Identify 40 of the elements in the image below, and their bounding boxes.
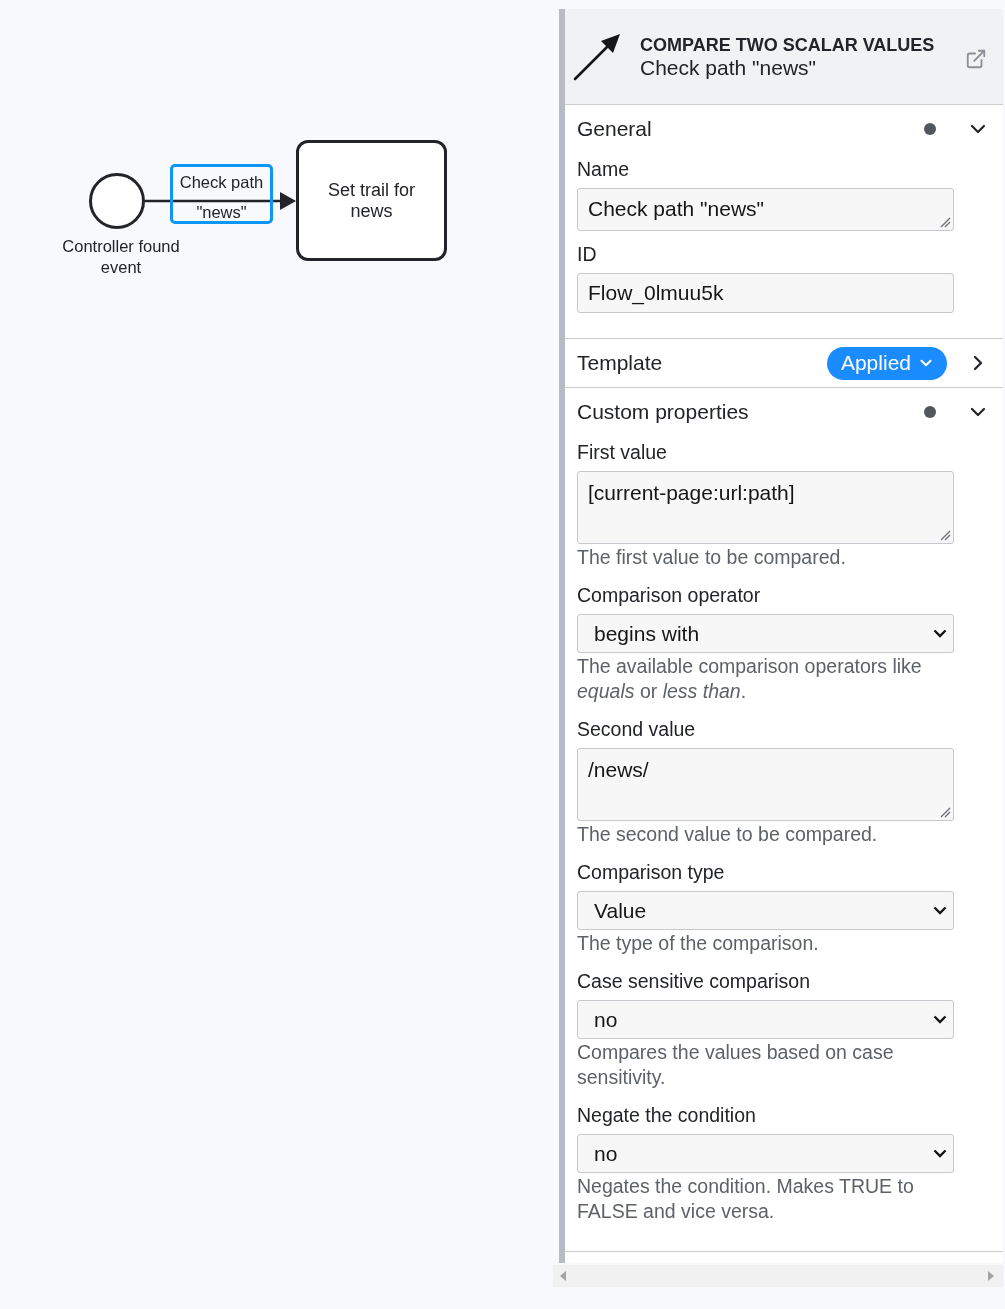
field-label: Negate the condition: [577, 1104, 757, 1126]
section-title[interactable]: General: [577, 117, 924, 141]
dropdown-select[interactable]: Value: [577, 891, 954, 930]
start-event-label: Controller found event: [61, 236, 181, 278]
resize-handle-icon[interactable]: [940, 217, 951, 228]
field-label: First value: [577, 441, 668, 463]
start-event-circle[interactable]: [89, 173, 145, 229]
field-label: Comparison operator: [577, 584, 762, 606]
field-description: The type of the comparison.: [577, 931, 820, 956]
resize-handle-icon[interactable]: [940, 807, 951, 818]
dropdown-select[interactable]: no: [577, 1134, 954, 1173]
field-description: Compares the values based on case sensitivity.: [577, 1040, 895, 1090]
field-description: Negates the condition. Makes TRUE to FALSE and vice versa.: [577, 1174, 915, 1224]
connection-label[interactable]: Check path "news": [170, 164, 273, 224]
chevron-down-icon: [933, 629, 947, 638]
field-description: The first value to be compared.: [577, 545, 847, 570]
resize-handle-icon[interactable]: [940, 530, 951, 541]
element-type-label: COMPARE TWO SCALAR VALUES: [640, 33, 935, 56]
textarea-field[interactable]: /news/: [577, 748, 954, 821]
field-label: Comparison type: [577, 861, 726, 883]
arrow-icon: [573, 32, 621, 81]
external-link-icon[interactable]: [965, 47, 987, 70]
section-title[interactable]: Custom properties: [577, 400, 924, 424]
dropdown-select[interactable]: begins with: [577, 614, 954, 653]
textarea-field[interactable]: Check path "news": [577, 188, 954, 231]
chevron-down-icon: [933, 906, 947, 915]
textarea-field[interactable]: [current-page:url:path]: [577, 471, 954, 544]
field-description: The second value to be compared.: [577, 822, 879, 847]
section-title[interactable]: Template: [577, 351, 827, 375]
field-label: ID: [577, 243, 598, 265]
chevron-down-icon: [933, 1149, 947, 1158]
chevron-down-icon: [933, 1015, 947, 1024]
field-label: Name: [577, 158, 631, 180]
task-node[interactable]: Set trail for news: [296, 140, 447, 261]
element-name-title: Check path "news": [640, 55, 816, 80]
text-input-field[interactable]: Flow_0lmuu5k: [577, 273, 954, 313]
field-label: Case sensitive comparison: [577, 970, 812, 992]
field-label: Second value: [577, 718, 697, 740]
dropdown-select[interactable]: no: [577, 1000, 954, 1039]
field-description: The available comparison operators like equals or less than.: [577, 654, 923, 704]
